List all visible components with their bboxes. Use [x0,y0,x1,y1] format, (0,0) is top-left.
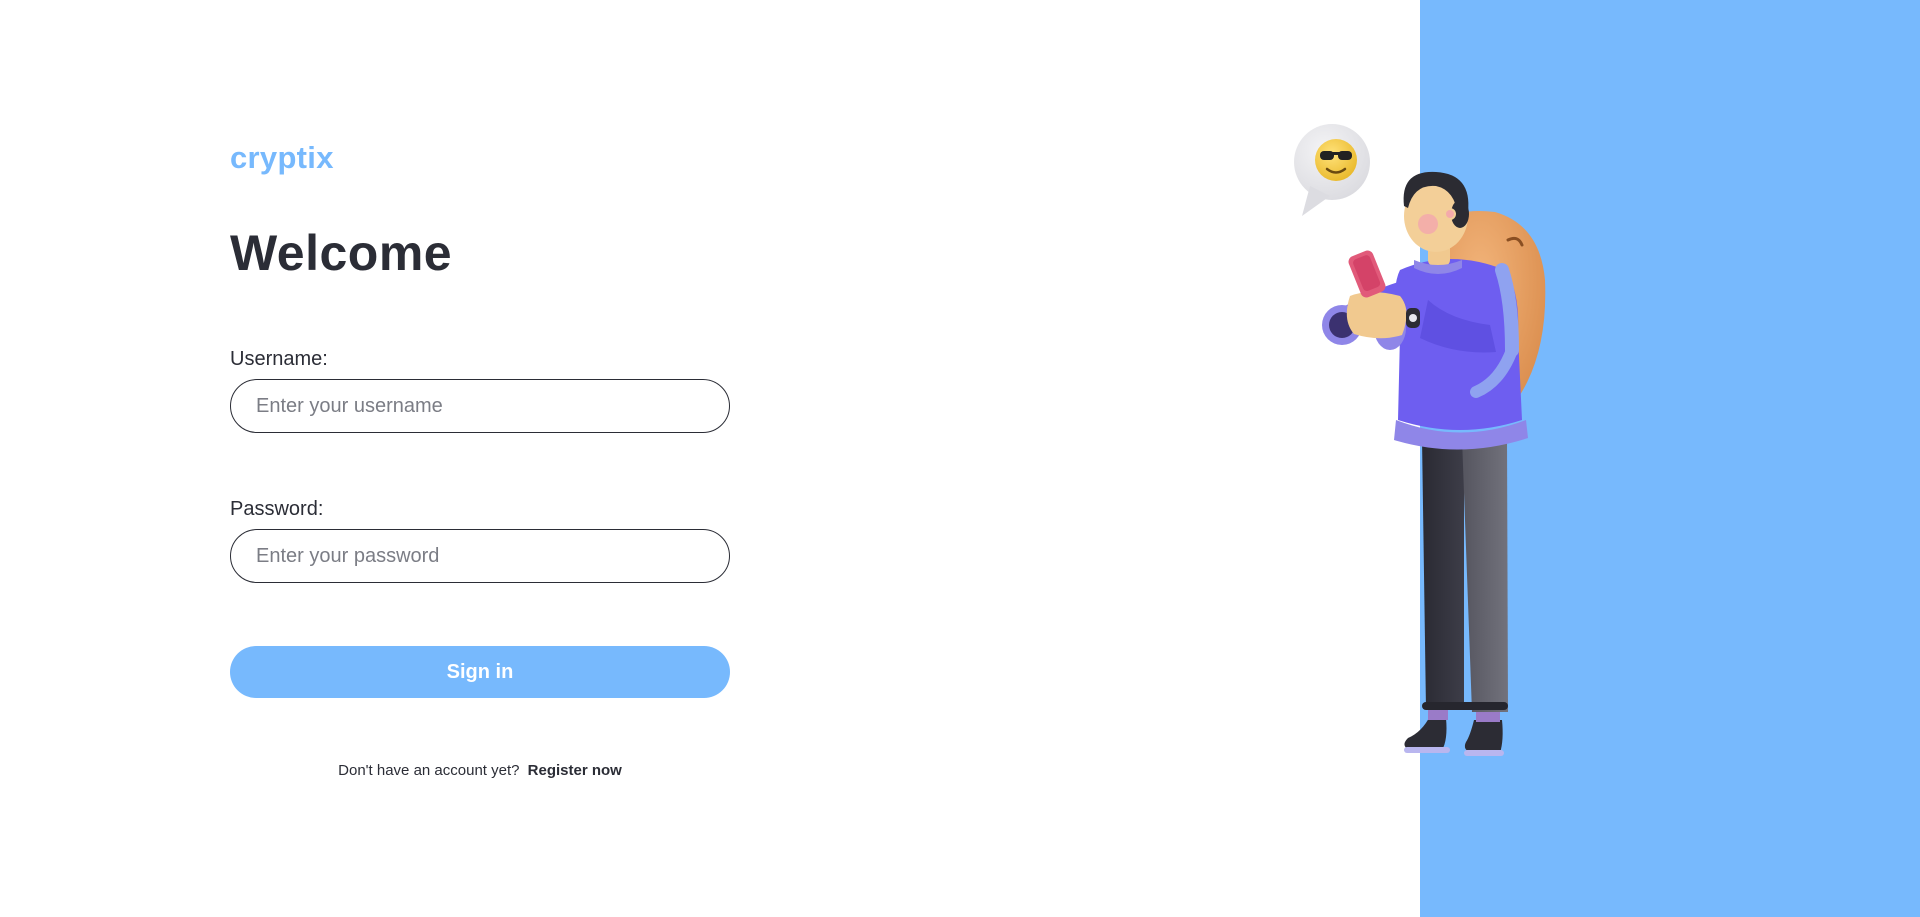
person-illustration [1294,124,1546,756]
username-label: Username: [230,348,328,370]
phone-icon [1348,250,1386,298]
sunglasses-emoji-icon [1315,139,1357,181]
hoodie-icon [1322,259,1528,450]
register-row: Don't have an account yet? Register now [230,762,730,779]
username-input[interactable] [230,379,730,433]
brand-logo[interactable]: cryptix [230,140,334,176]
register-prompt: Don't have an account yet? [338,762,520,779]
password-input[interactable] [230,529,730,583]
sign-in-button[interactable]: Sign in [230,646,730,698]
login-form: cryptix Welcome Username: Password: Sign… [230,0,730,917]
page-title: Welcome [230,225,453,281]
password-label: Password: [230,498,324,520]
pants-icon [1422,438,1508,712]
register-link[interactable]: Register now [528,762,622,779]
